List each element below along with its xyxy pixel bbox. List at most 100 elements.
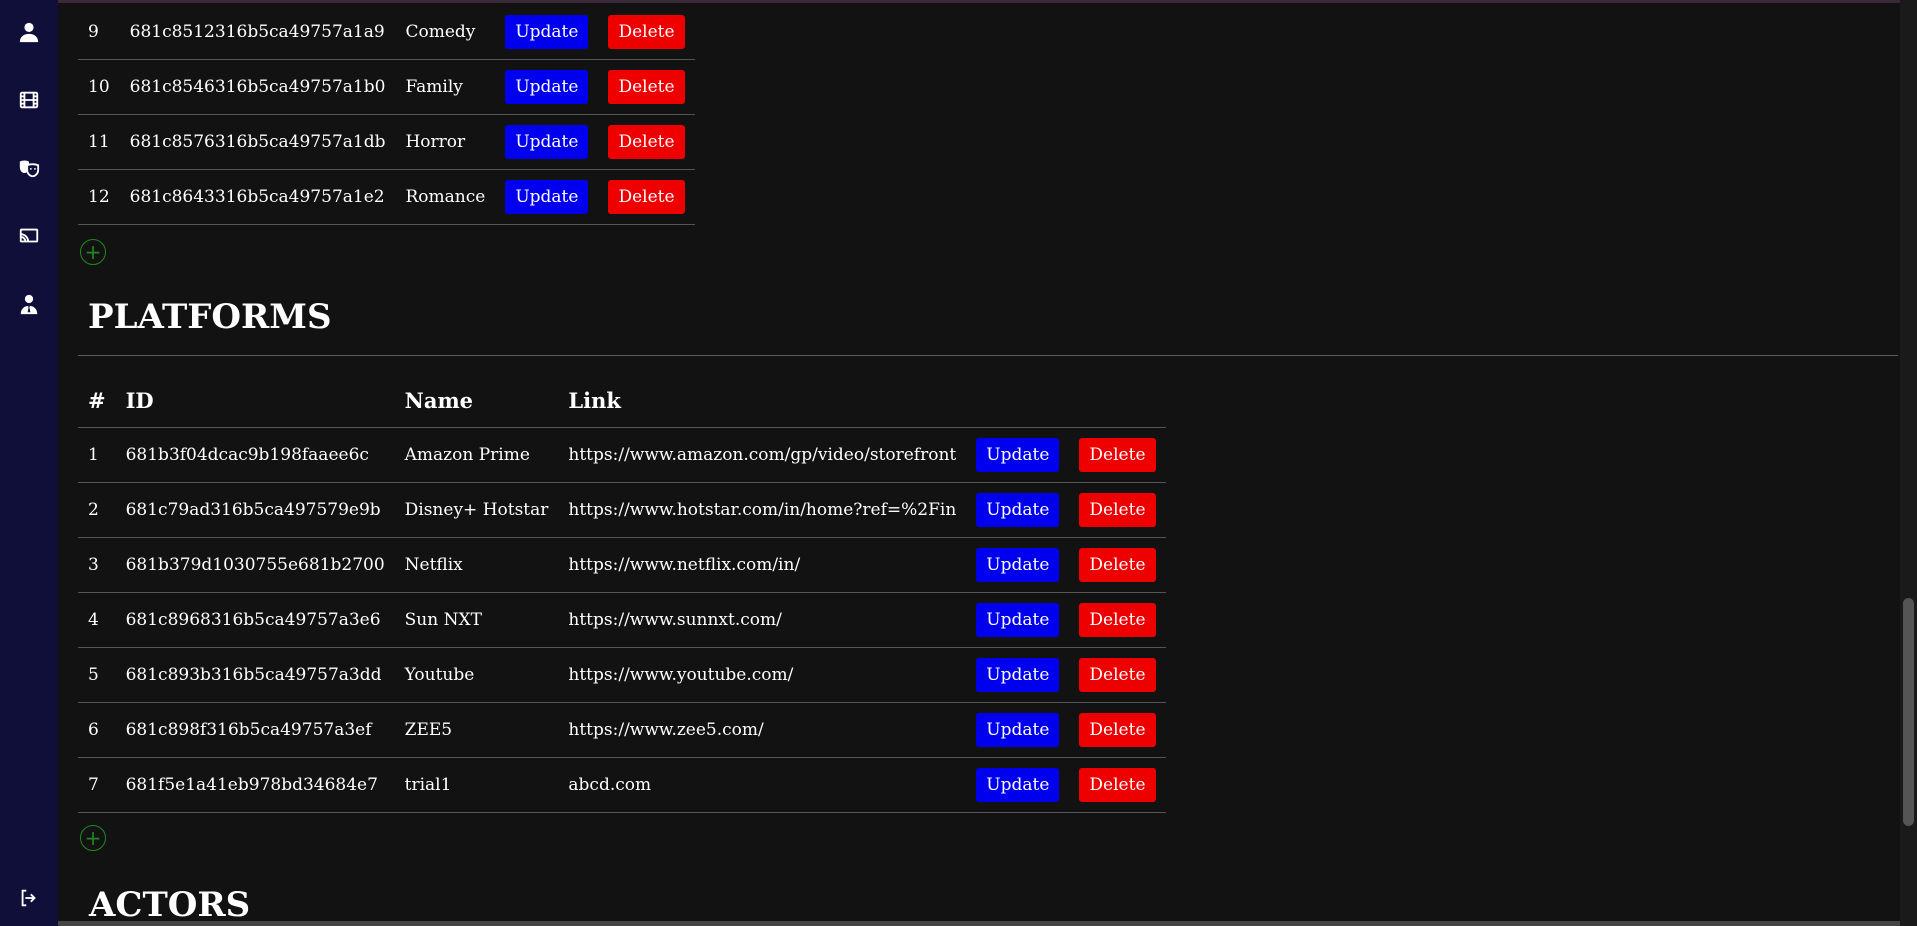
cell-id: 681c8576316b5ca49757a1db [119,114,396,170]
cell-id: 681c8546316b5ca49757a1b0 [119,59,396,115]
delete-button[interactable]: Delete [1079,713,1156,747]
delete-button[interactable]: Delete [608,70,685,104]
delete-cell: Delete [598,59,695,115]
actors-title: ACTORS [89,885,251,925]
delete-cell: Delete [598,5,695,60]
cell-name: Youtube [394,647,559,703]
header-delete [1069,373,1166,428]
update-cell: Update [495,169,599,225]
cell-link: https://www.netflix.com/in/ [558,537,967,593]
cell-num: 1 [78,427,116,483]
table-row: 2 681c79ad316b5ca497579e9b Disney+ Hotstar… [78,482,1166,538]
add-platform-button[interactable]: + [80,825,106,851]
table-row: 3 681b379d1030755e681b2700 Netflix https://… [78,537,1166,593]
delete-cell: Delete [598,169,695,225]
cell-id: 681c8643316b5ca49757a1e2 [119,169,396,225]
table-row: 10 681c8546316b5ca49757a1b0 Family Update De… [78,59,695,115]
update-cell: Update [966,537,1070,593]
update-button[interactable]: Update [505,70,589,104]
delete-cell: Delete [1069,592,1166,648]
cell-name: Romance [395,169,496,225]
platforms-header-row: # ID Name Link [78,373,1166,428]
cell-num: 4 [78,592,116,648]
delete-cell: Delete [1069,702,1166,758]
table-row: 4 681c8968316b5ca49757a3e6 Sun NXT https://… [78,592,1166,648]
update-button[interactable]: Update [976,768,1060,802]
table-row: 5 681c893b316b5ca49757a3dd Youtube https://… [78,647,1166,703]
update-button[interactable]: Update [976,438,1060,472]
cell-id: 681c898f316b5ca49757a3ef [115,702,395,758]
user-tie-icon[interactable] [0,287,58,321]
update-cell: Update [966,757,1070,813]
header-update [966,373,1070,428]
table-row: 7 681f5e1a41eb978bd34684e7 trial1 abcd.com U… [78,757,1166,813]
horizontal-scrollbar[interactable] [58,921,1900,926]
cell-id: 681c79ad316b5ca497579e9b [115,482,395,538]
delete-button[interactable]: Delete [608,15,685,49]
cell-link: https://www.sunnxt.com/ [558,592,967,648]
cell-num: 2 [78,482,116,538]
header-num: # [78,373,116,428]
delete-button[interactable]: Delete [1079,438,1156,472]
delete-button[interactable]: Delete [1079,603,1156,637]
main-content: 9 681c8512316b5ca49757a1a9 Comedy Update Del… [78,0,1898,926]
vertical-scrollbar-thumb[interactable] [1903,598,1914,826]
header-name: Name [394,373,559,428]
delete-button[interactable]: Delete [1079,548,1156,582]
cell-id: 681b379d1030755e681b2700 [115,537,395,593]
cell-link: https://www.zee5.com/ [558,702,967,758]
cell-name: Amazon Prime [394,427,559,483]
film-icon[interactable] [0,83,58,117]
update-cell: Update [966,592,1070,648]
update-button[interactable]: Update [976,713,1060,747]
cell-name: Family [395,59,496,115]
vertical-scrollbar[interactable] [1900,0,1917,926]
update-button[interactable]: Update [505,125,589,159]
cell-num: 7 [78,757,116,813]
user-icon[interactable] [0,15,58,49]
table-row: 12 681c8643316b5ca49757a1e2 Romance Update D… [78,169,695,225]
delete-button[interactable]: Delete [1079,658,1156,692]
cell-name: Horror [395,114,496,170]
cell-id: 681c8512316b5ca49757a1a9 [119,5,396,60]
update-button[interactable]: Update [505,15,589,49]
update-button[interactable]: Update [976,493,1060,527]
cell-link: https://www.amazon.com/gp/video/storefro… [558,427,967,483]
cell-name: Sun NXT [394,592,559,648]
update-button[interactable]: Update [505,180,589,214]
update-button[interactable]: Update [976,658,1060,692]
table-row: 9 681c8512316b5ca49757a1a9 Comedy Update Del… [78,5,695,60]
cast-screen-icon[interactable] [0,219,58,253]
update-cell: Update [966,647,1070,703]
update-button[interactable]: Update [976,548,1060,582]
genres-table-body: 9 681c8512316b5ca49757a1a9 Comedy Update Del… [78,5,695,225]
cell-name: Netflix [394,537,559,593]
sidebar [0,0,58,926]
logout-icon[interactable] [0,881,58,915]
cell-name: Disney+ Hotstar [394,482,559,538]
delete-cell: Delete [1069,482,1166,538]
update-cell: Update [966,702,1070,758]
delete-button[interactable]: Delete [608,180,685,214]
platforms-table-body: 1 681b3f04dcac9b198faaee6c Amazon Prime htt… [78,427,1166,813]
update-cell: Update [966,427,1070,483]
delete-cell: Delete [1069,427,1166,483]
delete-cell: Delete [1069,537,1166,593]
add-genre-button[interactable]: + [80,239,106,265]
update-button[interactable]: Update [976,603,1060,637]
cell-num: 3 [78,537,116,593]
platforms-table: # ID Name Link 1 681b3f04dcac9b198faaee6c… [78,373,1166,813]
cell-name: Comedy [395,5,496,60]
theater-masks-icon[interactable] [0,151,58,185]
cell-num: 6 [78,702,116,758]
delete-button[interactable]: Delete [1079,768,1156,802]
delete-button[interactable]: Delete [608,125,685,159]
table-row: 11 681c8576316b5ca49757a1db Horror Update De… [78,114,695,170]
cell-num: 11 [78,114,120,170]
delete-button[interactable]: Delete [1079,493,1156,527]
delete-cell: Delete [1069,647,1166,703]
update-cell: Update [495,114,599,170]
cell-link: abcd.com [558,757,967,813]
header-id: ID [115,373,395,428]
cell-link: https://www.youtube.com/ [558,647,967,703]
